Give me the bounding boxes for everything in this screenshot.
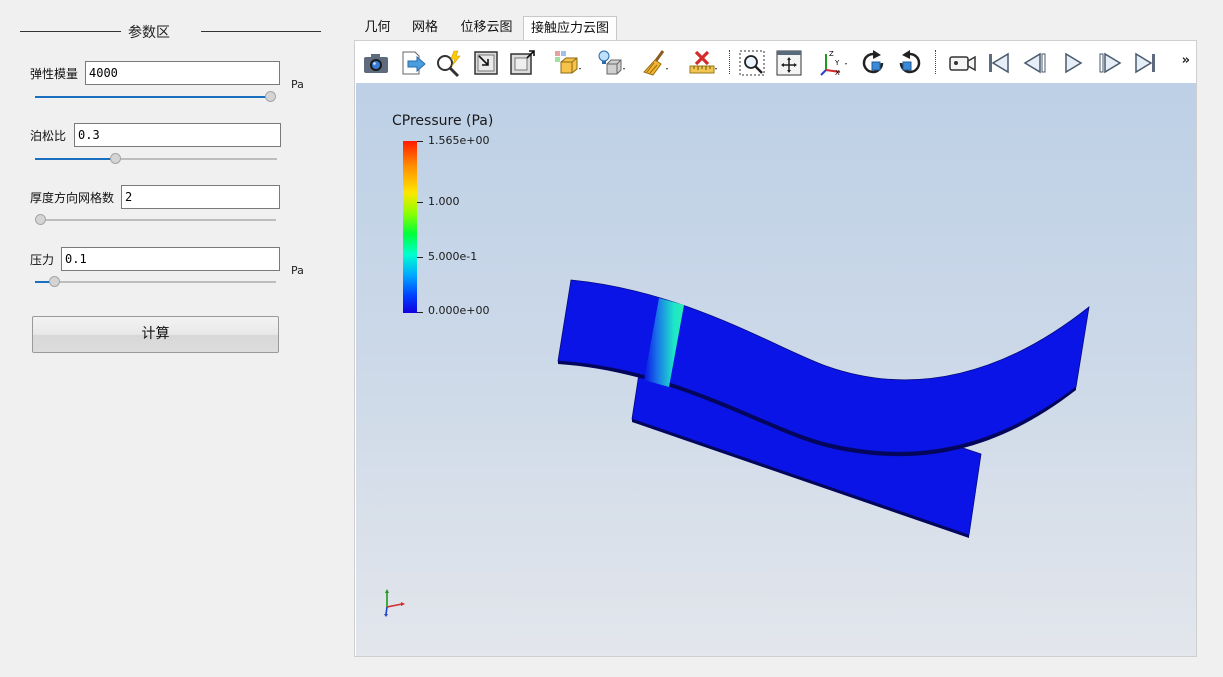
surface-representation-icon[interactable] xyxy=(552,48,582,78)
zoom-to-data-icon[interactable] xyxy=(737,48,767,78)
play-icon[interactable] xyxy=(1058,48,1088,78)
pressure-input[interactable] xyxy=(61,247,280,271)
reset-view-icon[interactable] xyxy=(774,48,804,78)
mesh-scene xyxy=(384,279,1090,617)
slider-handle[interactable] xyxy=(35,214,46,225)
poisson-ratio-slider[interactable] xyxy=(35,153,277,165)
last-frame-icon[interactable] xyxy=(1131,48,1161,78)
orientation-axes xyxy=(384,589,405,617)
render-canvas[interactable]: CPressure (Pa) 1.565e+00 1.000 5.000e-1 … xyxy=(356,83,1196,656)
zoom-out-box-icon[interactable] xyxy=(507,48,537,78)
elastic-modulus-label: 弹性模量 xyxy=(30,67,79,81)
svg-text:X: X xyxy=(835,69,840,77)
group-divider-right xyxy=(201,31,321,32)
elastic-modulus-input[interactable] xyxy=(85,61,280,85)
pressure-unit: Pa xyxy=(291,264,304,277)
group-title-text: 参数区 xyxy=(128,25,170,41)
thickness-mesh-slider[interactable] xyxy=(35,214,276,226)
ruler-delete-icon[interactable] xyxy=(688,48,718,78)
zoom-box-icon[interactable] xyxy=(471,48,501,78)
previous-frame-icon[interactable] xyxy=(1020,48,1050,78)
thickness-mesh-label: 厚度方向网格数 xyxy=(30,191,115,205)
rotate-ccw-icon[interactable] xyxy=(895,48,925,78)
tab-contact-stress[interactable]: 接触应力云图 xyxy=(523,16,617,40)
clear-brush-icon[interactable] xyxy=(641,48,671,78)
slider-handle[interactable] xyxy=(49,276,61,287)
toolbar-separator xyxy=(935,50,936,74)
camera-icon[interactable] xyxy=(361,48,391,78)
compute-button[interactable]: 计算 xyxy=(32,316,279,353)
elastic-modulus-unit: Pa xyxy=(291,78,304,91)
poisson-ratio-input[interactable] xyxy=(74,123,281,147)
tab-displacement[interactable]: 位移云图 xyxy=(450,16,523,40)
svg-text:Z: Z xyxy=(829,50,834,58)
lighting-icon[interactable] xyxy=(596,48,626,78)
rotate-cw-icon[interactable] xyxy=(858,48,888,78)
axes-orientation-icon[interactable]: ZYX xyxy=(818,48,848,78)
view-toolbar: ZYX » xyxy=(355,41,1196,83)
upper-plate xyxy=(557,279,1090,457)
slider-fill xyxy=(35,96,271,98)
slider-handle[interactable] xyxy=(265,91,277,102)
svg-text:Y: Y xyxy=(834,59,840,67)
elastic-modulus-slider[interactable] xyxy=(35,91,277,103)
video-camera-icon[interactable] xyxy=(947,48,977,78)
tab-geometry[interactable]: 几何 xyxy=(355,16,400,40)
next-frame-icon[interactable] xyxy=(1095,48,1125,78)
pressure-label: 压力 xyxy=(30,253,55,267)
parameter-group-title: 参数区 xyxy=(20,22,321,41)
pressure-slider[interactable] xyxy=(35,276,276,288)
toolbar-overflow-button[interactable]: » xyxy=(1182,53,1190,68)
slider-handle[interactable] xyxy=(109,153,121,164)
group-divider-left xyxy=(20,31,121,32)
tab-mesh[interactable]: 网格 xyxy=(400,16,450,40)
slider-fill xyxy=(35,158,115,160)
thickness-mesh-input[interactable] xyxy=(121,185,280,209)
export-icon[interactable] xyxy=(398,48,428,78)
first-frame-icon[interactable] xyxy=(983,48,1013,78)
poisson-ratio-label: 泊松比 xyxy=(30,129,67,143)
toolbar-separator xyxy=(729,50,730,74)
render-view: ZYX » CPressure (Pa) 1.565e+00 1.000 5.0… xyxy=(354,40,1197,657)
probe-query-icon[interactable] xyxy=(434,48,464,78)
